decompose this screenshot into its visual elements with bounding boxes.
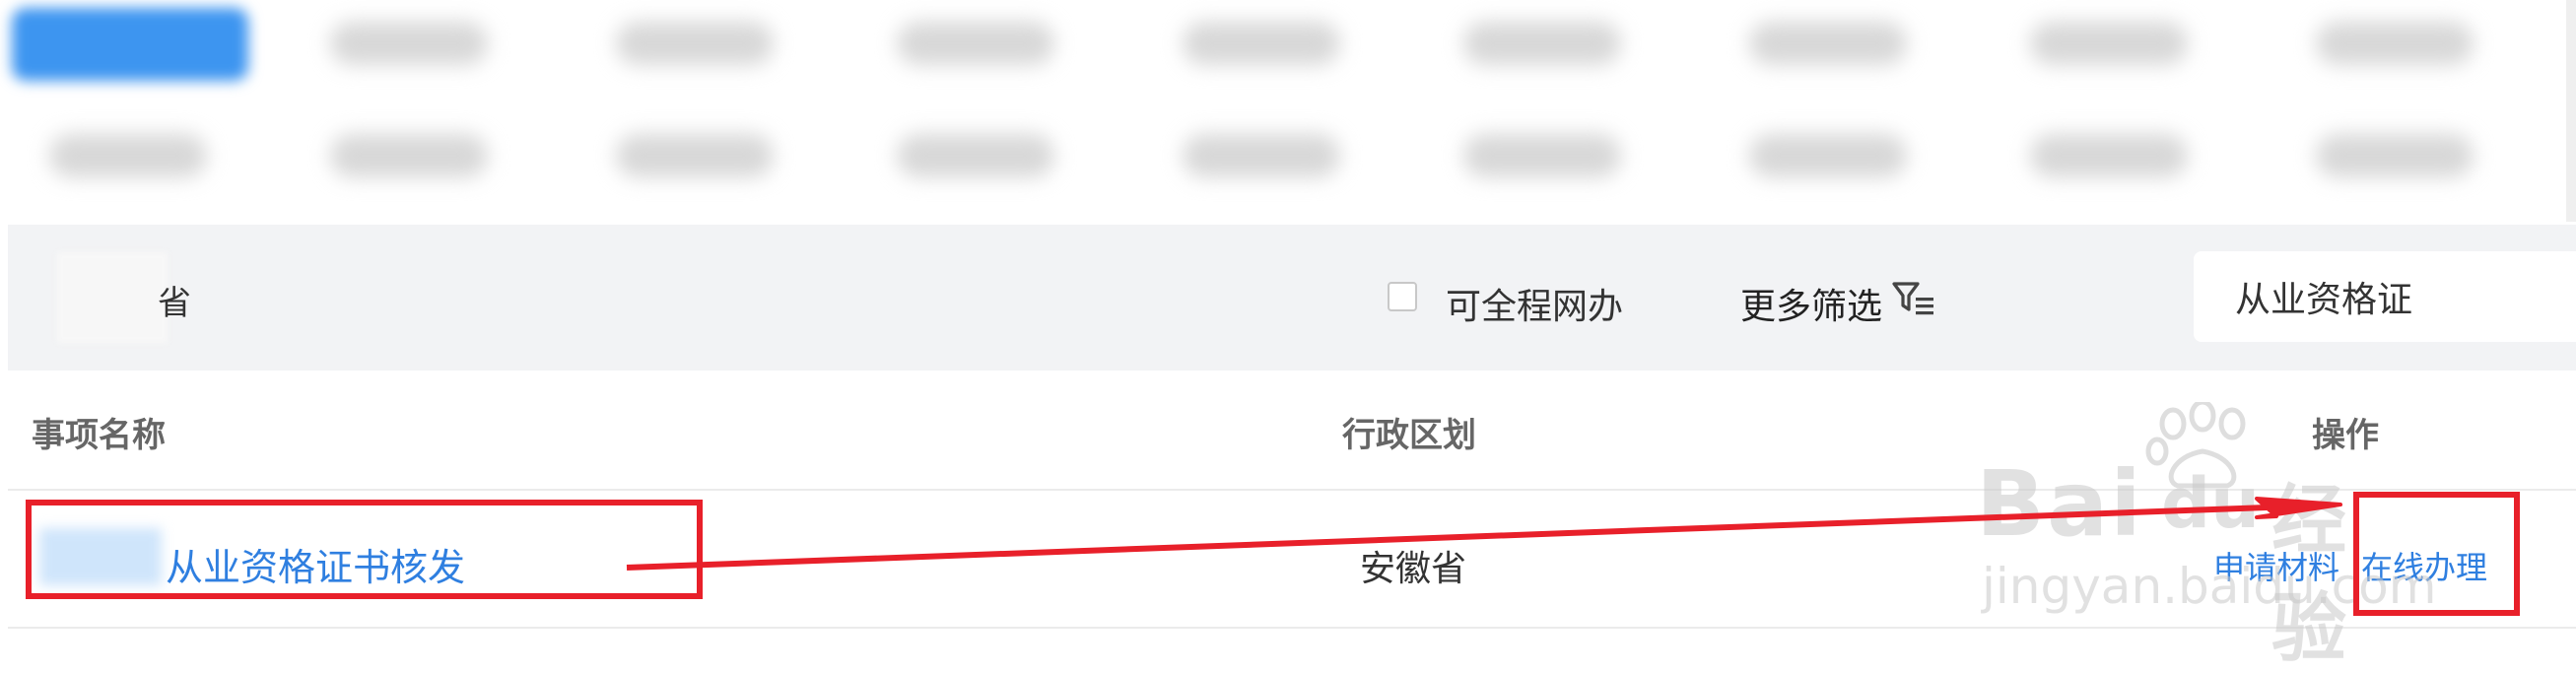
category-chip[interactable] xyxy=(1749,134,1907,177)
more-filters-button[interactable]: 更多筛选 xyxy=(1740,278,1882,329)
category-chip[interactable] xyxy=(1183,22,1340,65)
scrollbar-track[interactable] xyxy=(2566,0,2576,222)
category-chip[interactable] xyxy=(616,22,774,65)
category-chip[interactable] xyxy=(2030,134,2188,177)
category-chip[interactable] xyxy=(330,134,488,177)
watermark-url: jingyan.baidu.com xyxy=(1982,558,2437,615)
category-chip[interactable] xyxy=(2316,134,2474,177)
region-selector-label: 省 xyxy=(158,284,191,323)
category-chip-active[interactable] xyxy=(12,8,248,81)
baidu-jingyan-watermark: Bai du 经验 jingyan.baidu.com xyxy=(1976,402,2436,672)
item-name-link[interactable]: 从业资格证书核发 xyxy=(166,537,465,591)
category-chip[interactable] xyxy=(897,22,1054,65)
funnel-list-icon[interactable] xyxy=(1892,280,1935,319)
online-only-label[interactable]: 可全程网办 xyxy=(1446,278,1623,329)
column-header-name: 事项名称 xyxy=(32,416,166,455)
category-chip[interactable] xyxy=(897,134,1054,177)
category-chip[interactable] xyxy=(330,22,488,65)
filter-bar: 省 可全程网办 更多筛选 xyxy=(8,225,2576,371)
category-chip[interactable] xyxy=(2316,22,2474,65)
search-input[interactable] xyxy=(2194,251,2576,342)
column-header-region: 行政区划 xyxy=(1342,416,1476,455)
online-only-checkbox[interactable] xyxy=(1388,282,1417,311)
watermark-brand: Bai xyxy=(1976,451,2143,557)
category-chip[interactable] xyxy=(2030,22,2188,65)
category-chip[interactable] xyxy=(1463,134,1621,177)
page: 省 可全程网办 更多筛选 事项名称 行政区划 操作 从业资格证书核发 安徽省 申… xyxy=(0,0,2576,674)
watermark-brand-suffix: du xyxy=(2161,463,2260,544)
category-chip[interactable] xyxy=(1463,22,1621,65)
category-chip[interactable] xyxy=(1183,134,1340,177)
blurred-category-grid xyxy=(0,0,2552,222)
divider xyxy=(8,627,2576,629)
category-chip[interactable] xyxy=(1749,22,1907,65)
region-selector-blurred[interactable] xyxy=(57,252,168,343)
category-chip[interactable] xyxy=(616,134,774,177)
category-chip[interactable] xyxy=(49,134,207,177)
region-cell: 安徽省 xyxy=(1360,549,1467,589)
item-name-prefix-blurred xyxy=(39,528,162,585)
